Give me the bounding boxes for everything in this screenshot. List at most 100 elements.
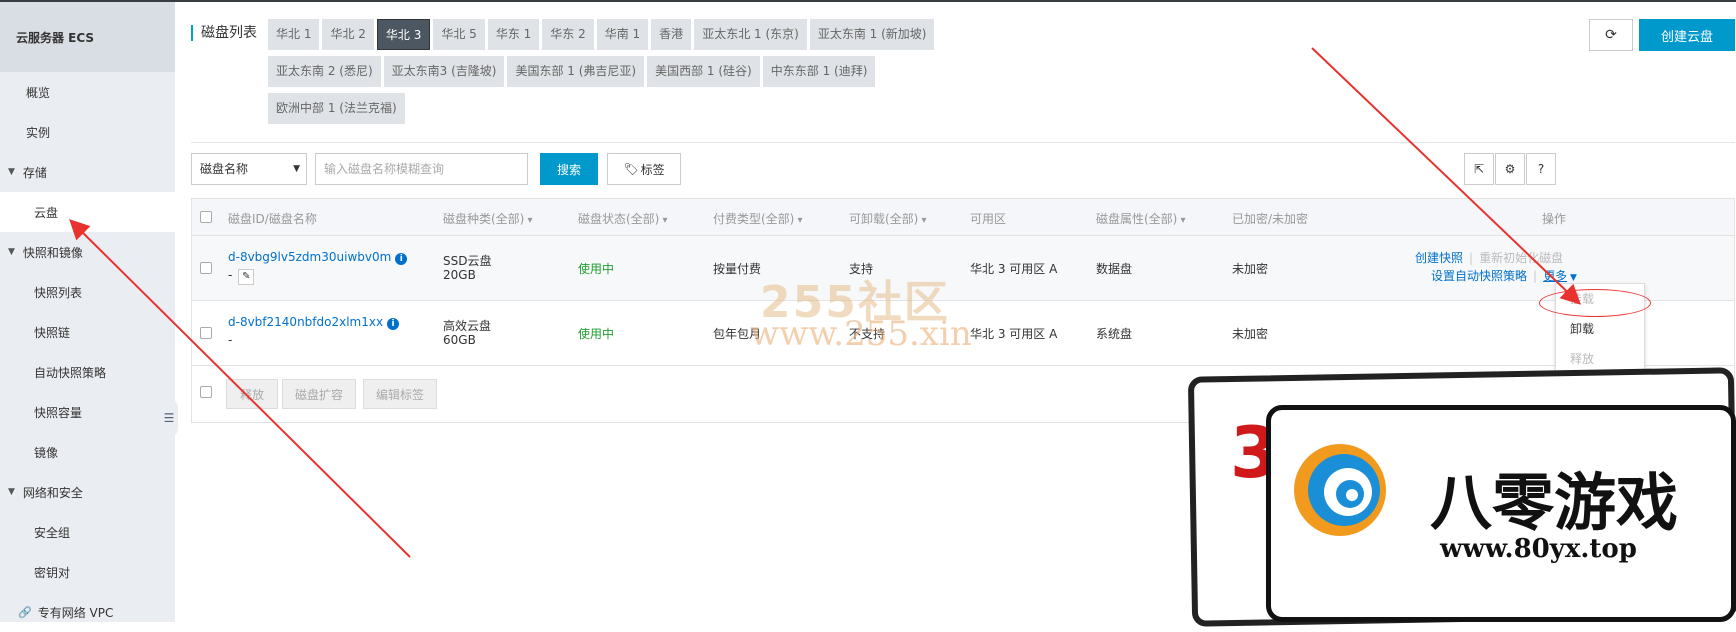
collapse-triangle-icon: ▼ xyxy=(8,167,15,177)
export-button[interactable]: ⇱ xyxy=(1464,153,1494,185)
sidebar: 云服务器 ECS 概览实例 ▼ 存储 云盘 ▼ 快照和镜像快照列表快照链自动快照策略 快照容… xyxy=(0,2,175,622)
header-kind[interactable]: 磁盘种类(全部) xyxy=(443,210,533,227)
more-dropdown[interactable]: 更多 xyxy=(1543,269,1567,283)
page-title: 磁盘列表 xyxy=(191,25,257,41)
swirl-logo-icon xyxy=(1294,444,1386,536)
region-tab[interactable]: 亚太东南 1 (新加坡) xyxy=(809,19,935,50)
region-tab[interactable]: 华南 1 xyxy=(596,19,649,50)
disk-id: d-8vbf2140nbfdo2xlm1xx xyxy=(228,315,384,329)
sidebar-item-13[interactable]: 🔗 专有网络 VPC xyxy=(0,592,175,632)
region-tabs: 华北 1 华北 2 华北 3 华北 5 华东 1 华东 2 华南 1 香港 亚太东北 1 (东京… xyxy=(268,19,1008,130)
sidebar-item-7[interactable]: 自动快照策略 xyxy=(0,352,175,392)
annotation-circle xyxy=(1539,289,1651,317)
disk-id-link[interactable]: d-8vbg9lv5zdm30uiwbv0m i xyxy=(228,250,408,265)
header-ops: 操作 xyxy=(1542,212,1567,226)
tag-button[interactable]: 🏷 标签 xyxy=(607,153,681,185)
sidebar-item-9[interactable]: 镜像 xyxy=(0,432,175,472)
search-input[interactable] xyxy=(315,153,528,185)
row-checkbox[interactable] xyxy=(200,262,212,274)
disk-id: d-8vbg9lv5zdm30uiwbv0m xyxy=(228,250,392,264)
region-tab[interactable]: 香港 xyxy=(651,19,692,50)
select-all-checkbox[interactable] xyxy=(200,211,212,223)
sidebar-group-10[interactable]: ▼ 网络和安全 xyxy=(0,472,175,512)
header-detach[interactable]: 可卸载(全部) xyxy=(849,210,927,227)
help-button[interactable]: ? xyxy=(1526,153,1556,185)
region-tab[interactable]: 亚太东南 2 (悉尼) xyxy=(268,56,381,87)
region-tab[interactable]: 中东东部 1 (迪拜) xyxy=(762,56,876,87)
edit-tags-button[interactable]: 编辑标签 xyxy=(363,379,437,409)
disk-billing: 按量付费 xyxy=(713,262,762,276)
sidebar-group-4[interactable]: ▼ 快照和镜像 xyxy=(0,232,175,272)
caret-down-icon: ▼ xyxy=(293,164,300,174)
header-attr[interactable]: 磁盘属性(全部) xyxy=(1096,210,1186,227)
region-tab[interactable]: 美国东部 1 (弗吉尼亚) xyxy=(507,56,645,87)
row-actions-line2: 设置自动快照策略 | 更多 ▼ xyxy=(1431,267,1577,284)
region-tab[interactable]: 欧洲中部 1 (法兰克福) xyxy=(268,93,405,124)
disk-id-link[interactable]: d-8vbf2140nbfdo2xlm1xx i xyxy=(228,315,400,330)
sidebar-item-label: 快照容量 xyxy=(34,405,83,420)
header-billing[interactable]: 付费类型(全部) xyxy=(713,210,803,227)
search-button[interactable]: 搜索 xyxy=(540,153,598,185)
separator: | xyxy=(1469,251,1474,265)
release-button[interactable]: 释放 xyxy=(226,379,278,409)
region-tab[interactable]: 美国西部 1 (硅谷) xyxy=(647,56,760,87)
refresh-button[interactable]: ⟳ xyxy=(1589,19,1633,51)
sidebar-item-12[interactable]: 密钥对 xyxy=(0,552,175,592)
expand-disk-button[interactable]: 磁盘扩容 xyxy=(282,379,356,409)
region-tab[interactable]: 华北 1 xyxy=(268,19,320,50)
sidebar-item-8[interactable]: 快照容量 xyxy=(0,392,175,432)
export-icon: ⇱ xyxy=(1473,162,1485,176)
logo-site-url: www.80yx.top xyxy=(1440,534,1637,564)
table-header: 磁盘ID/磁盘名称 磁盘种类(全部) 磁盘状态(全部) 付费类型(全部) 可卸载… xyxy=(192,199,1734,236)
reinit-disk-link[interactable]: 重新初始化磁盘 xyxy=(1479,251,1563,265)
auto-snapshot-policy-link[interactable]: 设置自动快照策略 xyxy=(1431,269,1527,283)
settings-button[interactable]: ⚙ xyxy=(1495,153,1525,185)
footer-checkbox[interactable] xyxy=(200,386,212,398)
header-encrypt: 已加密/未加密 xyxy=(1232,212,1309,226)
row-actions-line1: 创建快照 | 重新初始化磁盘 xyxy=(1415,249,1563,266)
region-tab[interactable]: 华东 2 xyxy=(542,19,594,50)
info-icon[interactable]: i xyxy=(395,253,408,265)
region-tab[interactable]: 亚太东南3 (吉隆坡) xyxy=(383,56,505,87)
sidebar-group-2[interactable]: ▼ 存储 xyxy=(0,152,175,192)
sidebar-item-5[interactable]: 快照列表 xyxy=(0,272,175,312)
sidebar-item-label: 快照链 xyxy=(34,325,71,340)
menu-item-detach[interactable]: 卸载 xyxy=(1556,314,1644,344)
disk-encrypt: 未加密 xyxy=(1232,262,1269,276)
watermark-forum-url: www.255.xin xyxy=(750,314,972,354)
sidebar-item-label: 镜像 xyxy=(34,445,59,460)
header-status[interactable]: 磁盘状态(全部) xyxy=(578,210,668,227)
edit-icon[interactable]: ✎ xyxy=(238,269,255,285)
disk-kind: 高效云盘 xyxy=(443,319,492,333)
region-tab[interactable]: 华北 2 xyxy=(322,19,374,50)
tag-icon: 🏷 xyxy=(623,162,639,176)
disk-attr: 数据盘 xyxy=(1096,262,1133,276)
help-icon: ? xyxy=(1537,162,1545,176)
region-tab[interactable]: 亚太东北 1 (东京) xyxy=(694,19,807,50)
collapse-icon: ☰ xyxy=(163,411,175,425)
sidebar-item-label: 快照列表 xyxy=(34,285,83,300)
caret-down-icon: ▼ xyxy=(1567,273,1577,283)
search-field-select[interactable]: 磁盘名称 ▼ xyxy=(191,153,307,185)
region-tab[interactable]: 华北 5 xyxy=(433,19,485,50)
info-icon[interactable]: i xyxy=(387,318,400,330)
disk-name: - xyxy=(228,333,233,347)
sidebar-item-11[interactable]: 安全组 xyxy=(0,512,175,552)
disk-status: 使用中 xyxy=(578,327,615,341)
sidebar-item-3[interactable]: 云盘 xyxy=(0,192,175,232)
region-tab[interactable]: 华东 1 xyxy=(487,19,540,50)
create-snapshot-link[interactable]: 创建快照 xyxy=(1415,251,1463,265)
sidebar-item-label: 自动快照策略 xyxy=(34,365,107,380)
sidebar-item-label: 安全组 xyxy=(34,525,71,540)
site-logo-watermark: 3 八零游戏 www.80yx.top xyxy=(1187,367,1736,627)
separator: | xyxy=(1533,269,1538,283)
sidebar-item-label: 概览 xyxy=(26,85,51,100)
sidebar-item-6[interactable]: 快照链 xyxy=(0,312,175,352)
create-disk-button[interactable]: 创建云盘 xyxy=(1639,19,1735,51)
logo-site-name: 八零游戏 xyxy=(1430,466,1679,539)
row-checkbox[interactable] xyxy=(200,327,212,339)
sidebar-item-0[interactable]: 概览 xyxy=(0,72,175,112)
sidebar-item-1[interactable]: 实例 xyxy=(0,112,175,152)
region-tab[interactable]: 华北 3 xyxy=(376,19,431,50)
sidebar-title: 云服务器 ECS xyxy=(0,2,175,72)
